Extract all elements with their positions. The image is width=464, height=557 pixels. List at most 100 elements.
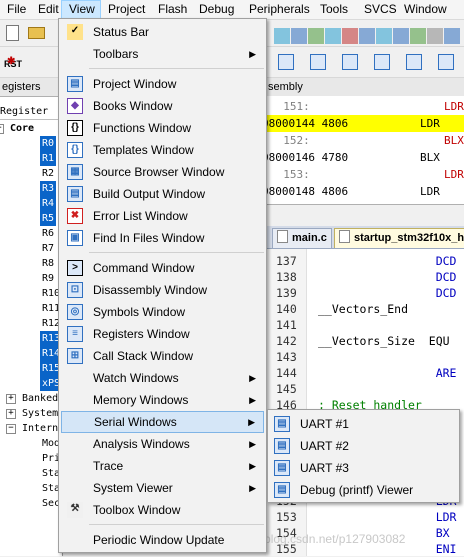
menu-tools[interactable]: Tools xyxy=(313,0,357,19)
serial-menu-item-debug-printf-viewer[interactable]: ▤ Debug (printf) Viewer xyxy=(270,479,457,501)
toolbar-tool-icon[interactable] xyxy=(274,28,290,44)
open-folder-icon[interactable] xyxy=(28,27,45,39)
disassembly-row[interactable]: 08000144 4806 LDR xyxy=(262,115,464,132)
debug-window-icon[interactable] xyxy=(374,54,390,70)
toolbar-tool-icon[interactable] xyxy=(410,28,426,44)
debug-window-icon[interactable] xyxy=(278,54,294,70)
toolbar-tool-icon[interactable] xyxy=(342,28,358,44)
toolbar-tool-icon[interactable] xyxy=(376,28,392,44)
disassembly-row[interactable]: 08000148 4806 LDR xyxy=(262,183,464,200)
serial-menu-item-uart-1[interactable]: ▤ UART #1 xyxy=(270,413,457,435)
uart-window-icon: ▤ xyxy=(274,438,290,454)
debug-window-icon[interactable] xyxy=(406,54,422,70)
submenu-arrow-icon: ▶ xyxy=(249,483,256,493)
view-menu-item-periodic-window-update[interactable]: Periodic Window Update xyxy=(61,529,264,551)
line-number: 139 xyxy=(276,286,297,300)
code-line: 141 xyxy=(266,317,464,333)
command-window-icon: > xyxy=(67,260,83,276)
disassembly-window-icon: ⊡ xyxy=(67,282,83,298)
tree-expander-icon[interactable]: + xyxy=(6,394,16,404)
toolbar-tool-icon[interactable] xyxy=(427,28,443,44)
view-menu-item-watch-windows[interactable]: Watch Windows ▶ xyxy=(61,367,264,389)
tree-expander-icon[interactable]: + xyxy=(6,409,16,419)
disassembly-row[interactable]: 151: LDR xyxy=(266,98,464,115)
view-menu-item-analysis-windows[interactable]: Analysis Windows ▶ xyxy=(61,433,264,455)
menu-item-label: Trace xyxy=(93,459,124,473)
books-window-icon: ◆ xyxy=(67,98,83,114)
toolbar-tool-icon[interactable] xyxy=(444,28,460,44)
register-name: R9 xyxy=(42,273,55,284)
disassembly-row[interactable]: 153: LDR xyxy=(266,166,464,183)
debug-viewer-icon: ▤ xyxy=(274,482,290,498)
view-menu-item-toolbox-window[interactable]: ⚒ Toolbox Window xyxy=(61,499,264,521)
submenu-arrow-icon: ▶ xyxy=(249,461,256,471)
view-menu-item-status-bar[interactable]: ✓ Status Bar xyxy=(61,21,264,43)
serial-menu-item-uart-2[interactable]: ▤ UART #2 xyxy=(270,435,457,457)
toolbar-tool-icon[interactable] xyxy=(325,28,341,44)
line-number: 138 xyxy=(276,270,297,284)
submenu-arrow-icon: ▶ xyxy=(249,395,256,405)
debug-window-icon[interactable] xyxy=(310,54,326,70)
new-file-icon[interactable] xyxy=(6,25,19,41)
disassembly-row[interactable]: 08000146 4780 BLX xyxy=(262,149,464,166)
view-menu-item-command-window[interactable]: > Command Window xyxy=(61,257,264,279)
submenu-arrow-icon: ▶ xyxy=(249,373,256,383)
debug-window-icon[interactable] xyxy=(342,54,358,70)
menu-peripherals[interactable]: Peripherals xyxy=(242,0,313,19)
serial-menu-item-uart-3[interactable]: ▤ UART #3 xyxy=(270,457,457,479)
view-menu-item-books-window[interactable]: ◆ Books Window xyxy=(61,95,264,117)
tree-expander-icon[interactable]: − xyxy=(0,124,4,134)
view-menu-item-serial-windows[interactable]: Serial Windows ▶ xyxy=(61,411,264,433)
code-line: 140 __Vectors_End xyxy=(266,301,464,317)
view-menu-item-call-stack-window[interactable]: ⊞ Call Stack Window xyxy=(61,345,264,367)
menu-file[interactable]: File xyxy=(0,0,26,19)
view-menu-item-system-viewer[interactable]: System Viewer ▶ xyxy=(61,477,264,499)
toolbar-tool-icon[interactable] xyxy=(308,28,324,44)
view-menu-item-toolbars[interactable]: Toolbars ▶ xyxy=(61,43,264,65)
view-menu-item-find-in-files-window[interactable]: ▣ Find In Files Window xyxy=(61,227,264,249)
menu-item-label: Periodic Window Update xyxy=(93,533,225,547)
line-number: 141 xyxy=(276,318,297,332)
code-editor[interactable]: 137 DCD 138 DCD 139 DCD 140 __Vectors_End 141… xyxy=(266,249,464,556)
code-text: DCD xyxy=(318,254,457,268)
uart-window-icon: ▤ xyxy=(274,460,290,476)
registers-tab[interactable]: egisters xyxy=(0,78,62,97)
view-menu-item-memory-windows[interactable]: Memory Windows ▶ xyxy=(61,389,264,411)
view-menu-item-functions-window[interactable]: {} Functions Window xyxy=(61,117,264,139)
c-file-icon xyxy=(277,230,288,243)
view-menu-item-trace[interactable]: Trace ▶ xyxy=(61,455,264,477)
asm-file-icon xyxy=(339,230,350,243)
splitter[interactable] xyxy=(266,204,464,227)
view-menu-item-project-window[interactable]: ▤ Project Window xyxy=(61,73,264,95)
rst-button[interactable]: ✱ RST xyxy=(2,51,24,73)
tree-expander-icon[interactable]: − xyxy=(6,424,16,434)
symbols-window-icon: ◎ xyxy=(67,304,83,320)
view-menu-item-error-list-window[interactable]: ✖ Error List Window xyxy=(61,205,264,227)
menu-window[interactable]: Window xyxy=(397,0,451,19)
toolbar-tool-icon[interactable] xyxy=(291,28,307,44)
menu-debug[interactable]: Debug xyxy=(192,0,242,19)
view-menu-item-symbols-window[interactable]: ◎ Symbols Window xyxy=(61,301,264,323)
view-menu-item-source-browser-window[interactable]: ▦ Source Browser Window xyxy=(61,161,264,183)
line-number: 143 xyxy=(276,350,297,364)
view-menu-item-templates-window[interactable]: {} Templates Window xyxy=(61,139,264,161)
toolbar-tool-icon[interactable] xyxy=(393,28,409,44)
menu-view[interactable]: View xyxy=(61,0,101,19)
view-menu-item-build-output-window[interactable]: ▤ Build Output Window xyxy=(61,183,264,205)
checkmark-icon: ✓ xyxy=(67,24,83,40)
debug-window-icon[interactable] xyxy=(438,54,454,70)
tab-startup-file[interactable]: startup_stm32f10x_h xyxy=(334,228,464,248)
toolbar-tool-icon[interactable] xyxy=(359,28,375,44)
view-menu-item-disassembly-window[interactable]: ⊡ Disassembly Window xyxy=(61,279,264,301)
submenu-arrow-icon: ▶ xyxy=(248,417,255,427)
debug-toolbar xyxy=(268,22,464,74)
menu-svcs[interactable]: SVCS xyxy=(357,0,397,19)
view-menu-item-registers-window[interactable]: ≡ Registers Window xyxy=(61,323,264,345)
menu-edit[interactable]: Edit xyxy=(31,0,61,19)
disassembly-row[interactable]: 152: BLX xyxy=(266,132,464,149)
tab-main-c[interactable]: main.c xyxy=(272,228,332,248)
menu-project[interactable]: Project xyxy=(101,0,151,19)
menu-flash[interactable]: Flash xyxy=(151,0,192,19)
disassembly-address: 08000148 4806 xyxy=(262,185,349,198)
menu-bar: File Edit View Project Flash Debug Peripherals… xyxy=(0,0,464,20)
